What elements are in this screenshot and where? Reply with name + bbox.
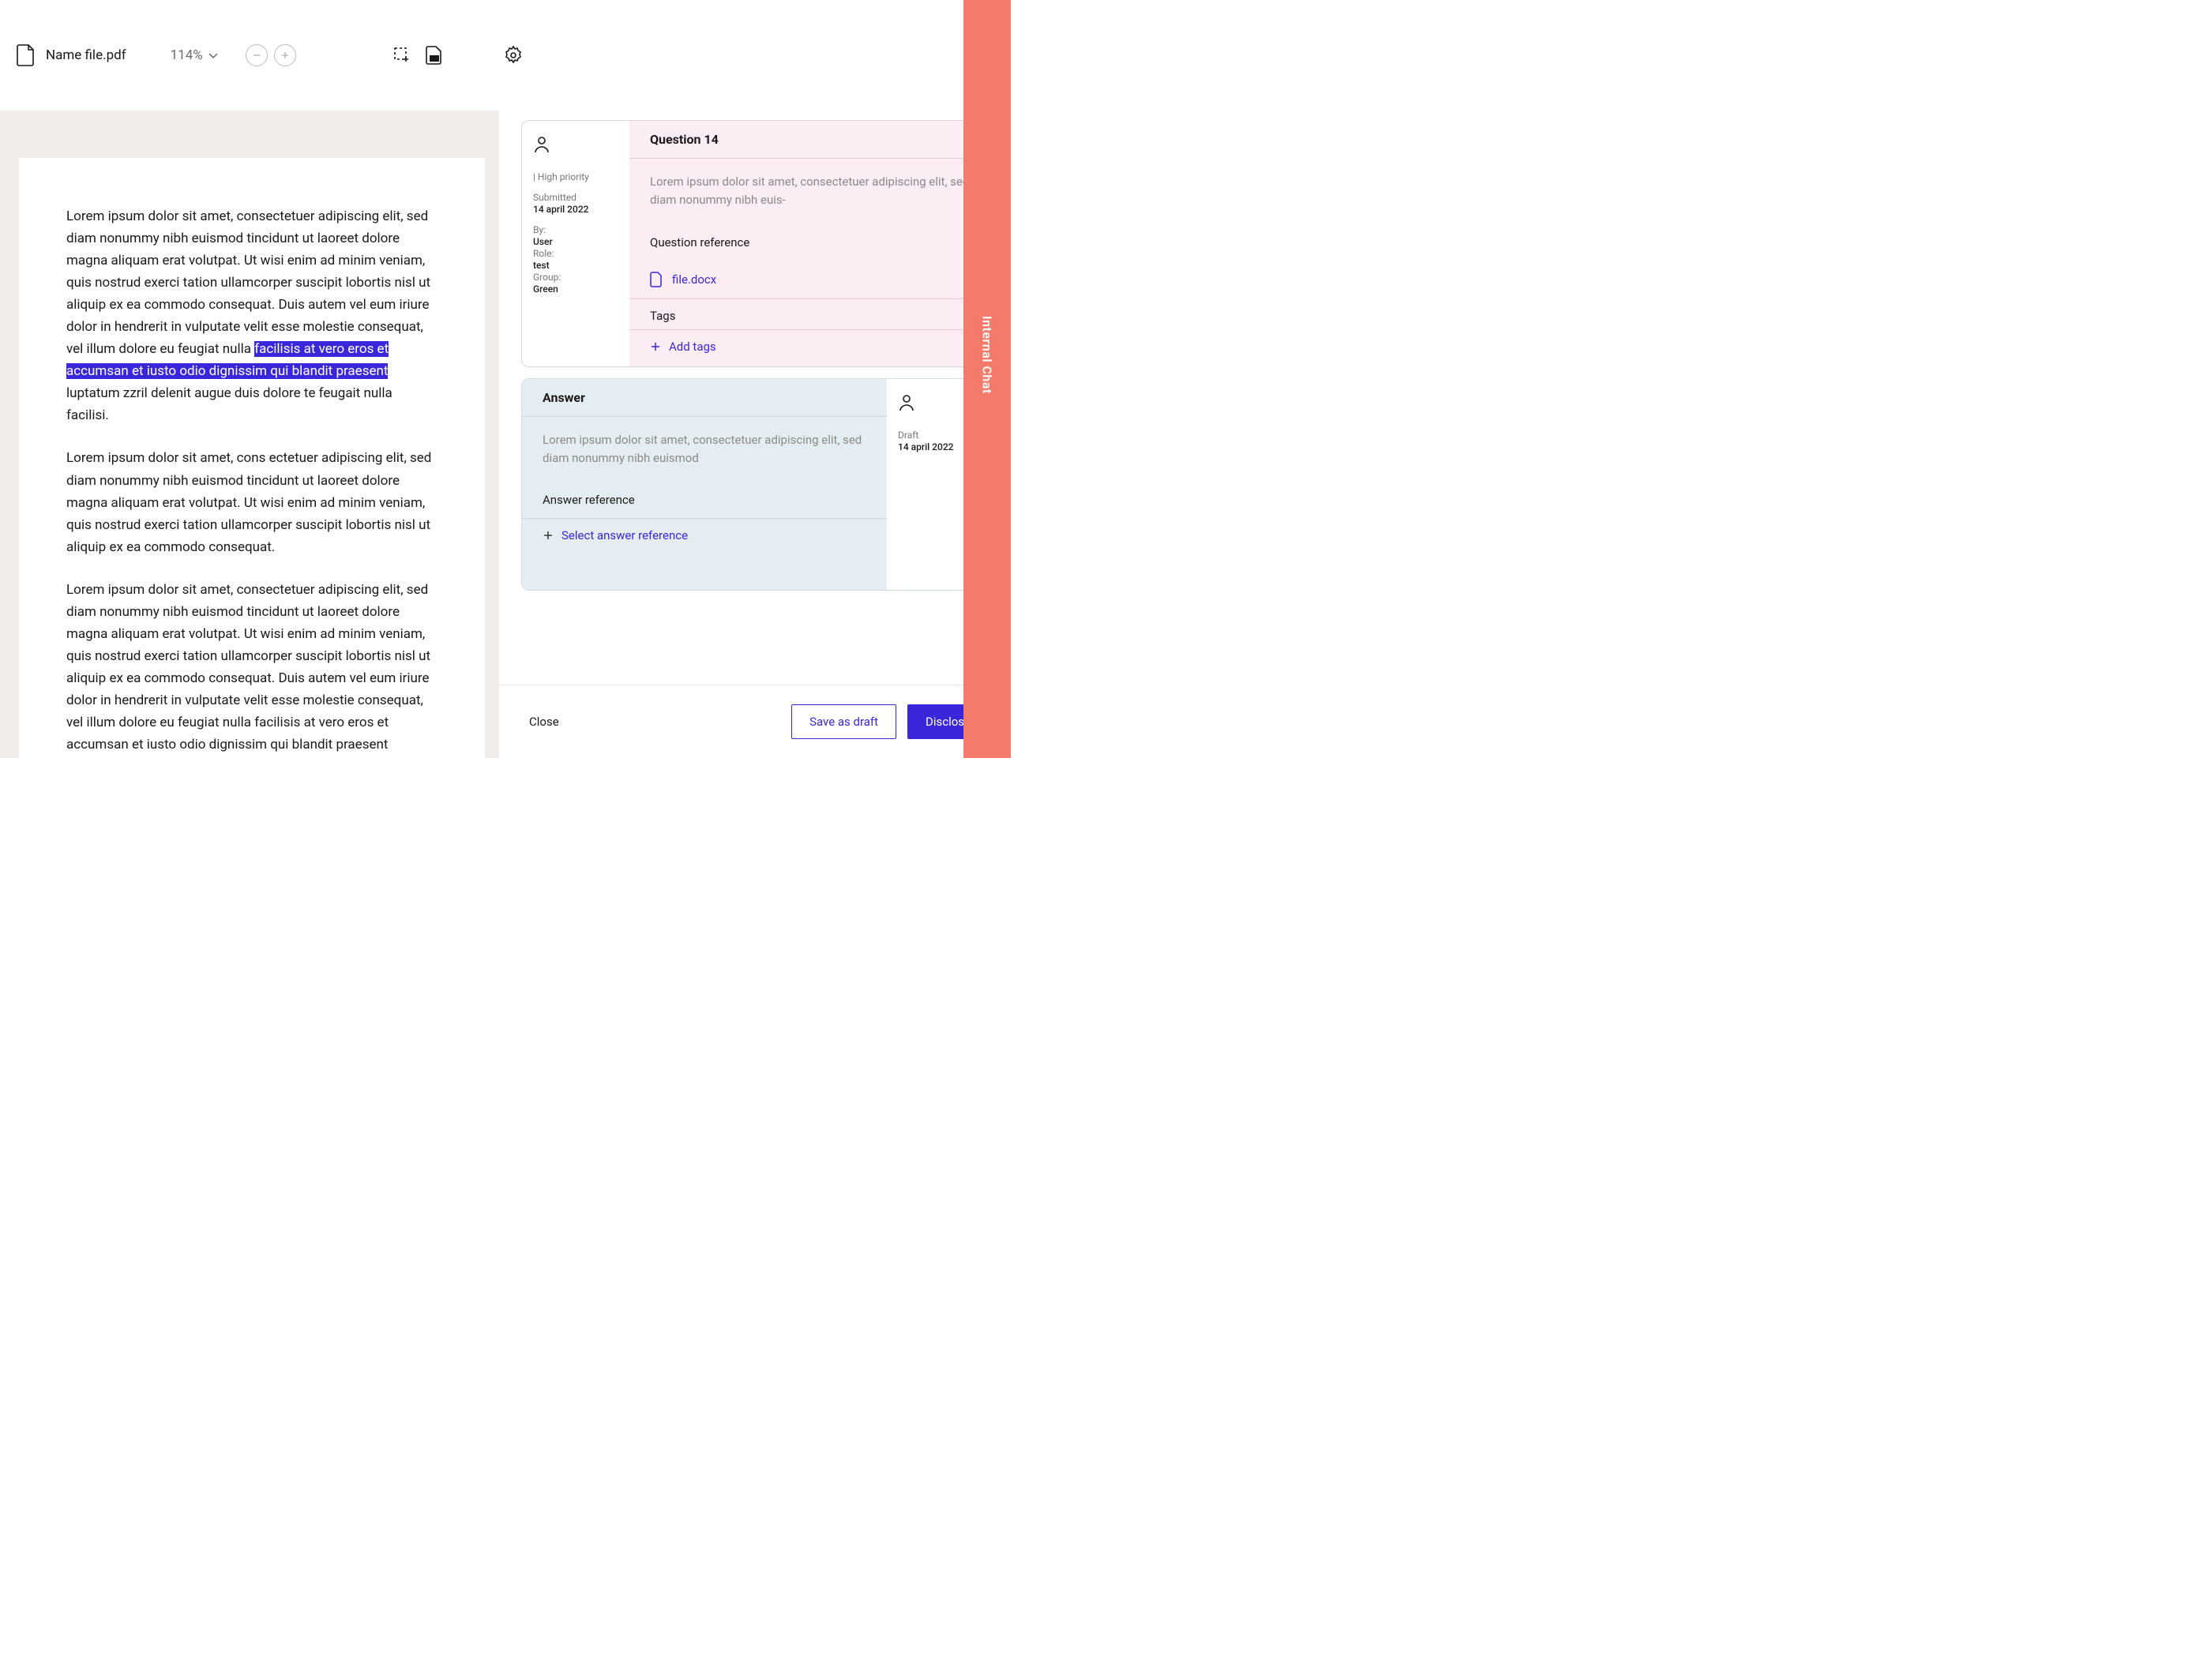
answer-text[interactable]: Lorem ipsum dolor sit amet, consectetuer… xyxy=(522,417,887,489)
select-answer-reference-button[interactable]: Select answer reference xyxy=(522,518,887,590)
group-label: Group: xyxy=(533,272,618,283)
zoom-in-button[interactable] xyxy=(274,44,296,66)
toolbar: Name file.pdf 114% xyxy=(0,0,1011,111)
plus-icon xyxy=(543,530,554,541)
page-fill-icon[interactable] xyxy=(426,45,443,66)
question-text: Lorem ipsum dolor sit amet, consectetuer… xyxy=(629,159,994,231)
role-label: Role: xyxy=(533,248,618,259)
answer-reference-label: Answer reference xyxy=(522,488,887,518)
paragraph-2: Lorem ipsum dolor sit amet, cons ectetue… xyxy=(66,447,438,557)
tags-label: Tags xyxy=(629,299,994,329)
by-label: By: xyxy=(533,224,618,235)
priority-label: | High priority xyxy=(533,171,618,182)
file-icon xyxy=(16,43,36,67)
zoom-out-button[interactable] xyxy=(246,44,268,66)
gear-icon[interactable] xyxy=(503,45,524,66)
paragraph-3: Lorem ipsum dolor sit amet, consectetuer… xyxy=(66,579,438,758)
submitted-label: Submitted xyxy=(533,192,618,203)
file-badge: Name file.pdf xyxy=(16,43,126,67)
select-answer-reference-label: Select answer reference xyxy=(561,528,688,542)
question-reference-file[interactable]: file.docx xyxy=(629,261,994,299)
user-icon xyxy=(533,135,618,154)
by-value: User xyxy=(533,236,618,247)
document-page[interactable]: Lorem ipsum dolor sit amet, consectetuer… xyxy=(19,158,485,758)
side-pane: | High priority Submitted 14 april 2022 … xyxy=(499,111,1011,758)
zoom-level: 114% xyxy=(171,47,203,63)
document-pane: Lorem ipsum dolor sit amet, consectetuer… xyxy=(0,111,499,758)
file-icon xyxy=(650,272,663,287)
question-card: | High priority Submitted 14 april 2022 … xyxy=(521,120,995,367)
add-tags-button[interactable]: Add tags xyxy=(629,329,994,366)
group-value: Green xyxy=(533,283,618,295)
paragraph-1: Lorem ipsum dolor sit amet, consectetuer… xyxy=(66,205,438,426)
add-tags-label: Add tags xyxy=(669,340,716,354)
question-title: Question 14 xyxy=(629,121,994,159)
question-meta: | High priority Submitted 14 april 2022 … xyxy=(522,121,629,366)
internal-chat-label: Internal Chat xyxy=(980,316,995,394)
question-reference-label: Question reference xyxy=(629,231,994,261)
selection-tool-icon[interactable] xyxy=(392,46,411,65)
submitted-date: 14 april 2022 xyxy=(533,204,618,215)
footer: Close Save as draft Disclose xyxy=(499,685,1011,758)
answer-title: Answer xyxy=(522,379,887,417)
role-value: test xyxy=(533,260,618,271)
zoom-control[interactable]: 114% xyxy=(171,47,219,63)
save-draft-button[interactable]: Save as draft xyxy=(791,704,896,739)
close-button[interactable]: Close xyxy=(521,715,559,729)
chevron-down-icon xyxy=(208,50,219,61)
internal-chat-rail[interactable]: Internal Chat xyxy=(963,0,1011,758)
plus-icon xyxy=(650,341,661,352)
answer-card: Answer Lorem ipsum dolor sit amet, conse… xyxy=(521,378,995,591)
reference-file-name: file.docx xyxy=(672,272,716,287)
file-name: Name file.pdf xyxy=(46,47,126,63)
